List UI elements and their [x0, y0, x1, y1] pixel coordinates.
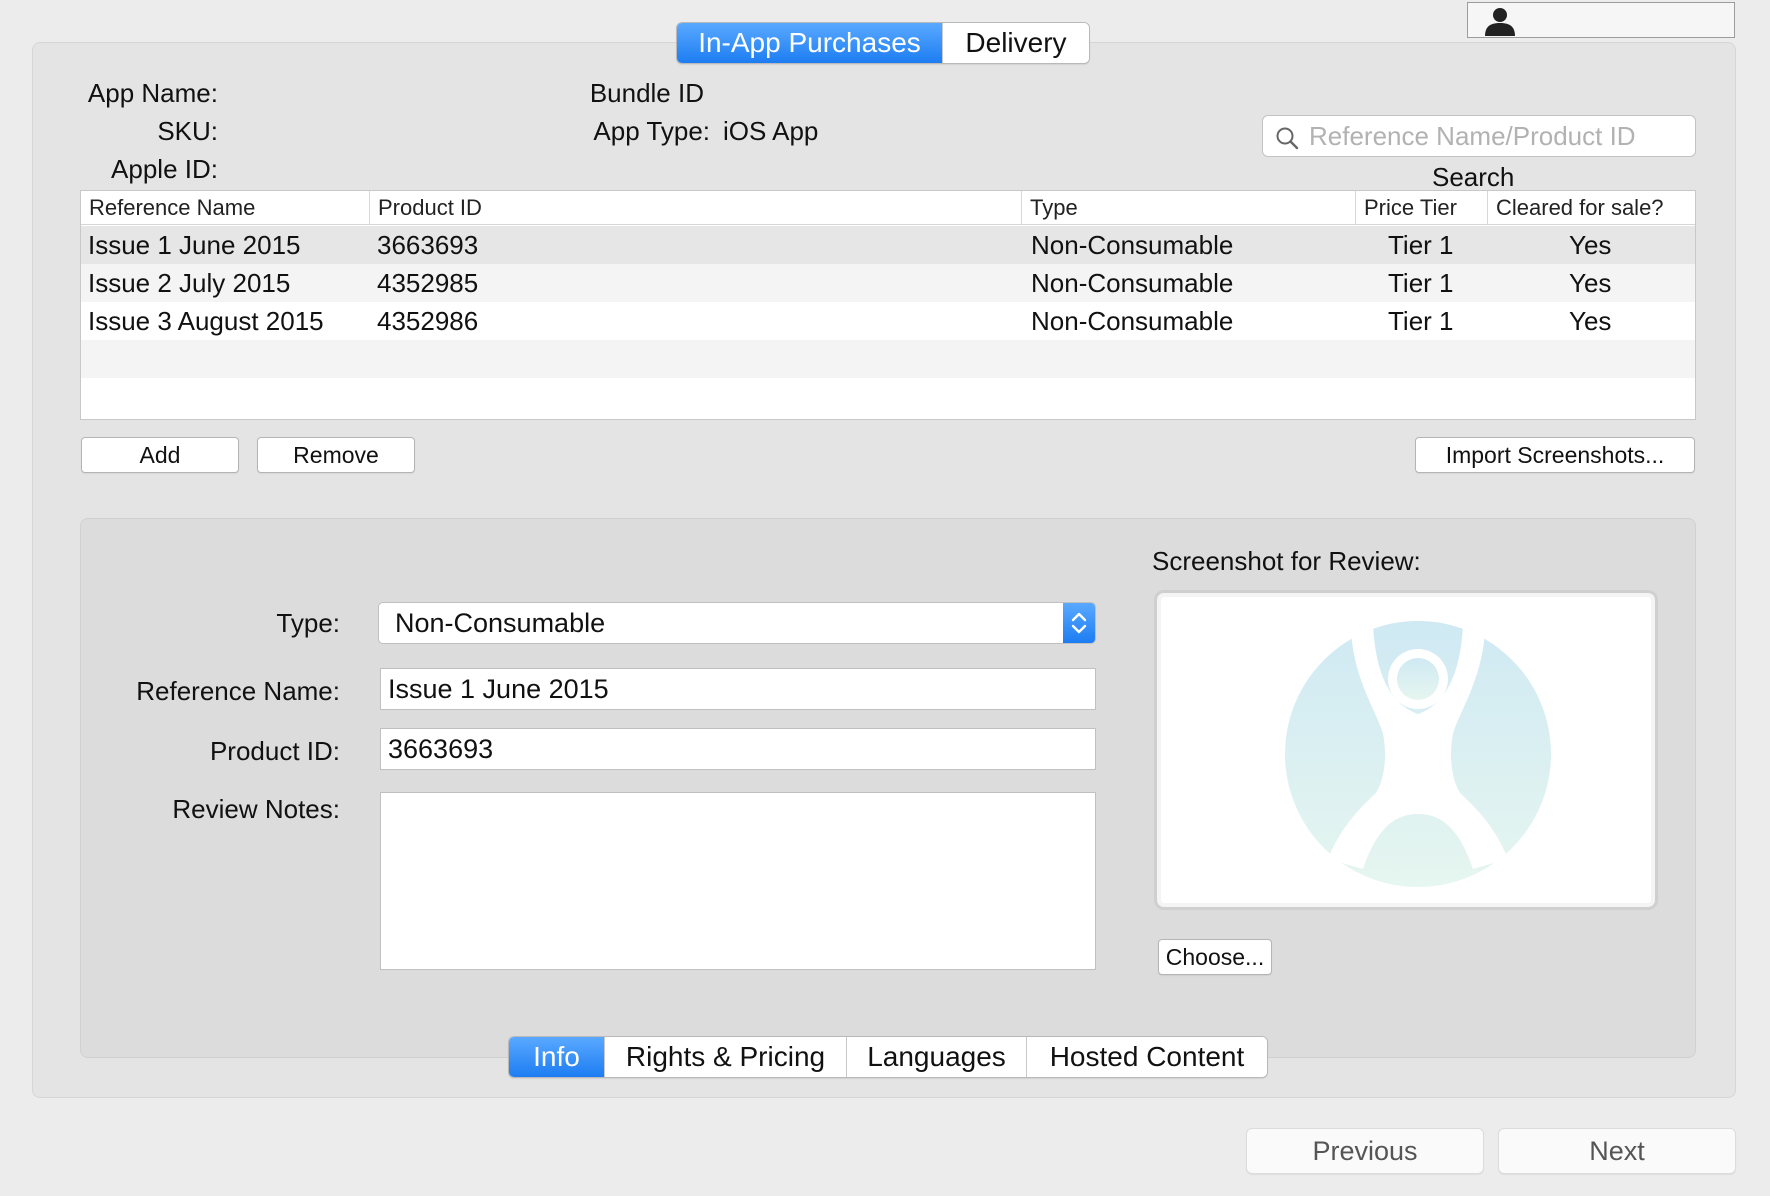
cell-cleared: Yes: [1569, 306, 1612, 336]
apple-id-label: Apple ID:: [111, 154, 218, 184]
bundle-id-label: Bundle ID: [589, 78, 704, 108]
choose-button[interactable]: Choose...: [1158, 939, 1272, 975]
cell-reference-name: Issue 2 July 2015: [88, 268, 291, 298]
reference-name-label: Reference Name:: [136, 676, 340, 706]
app-window: In-App Purchases Delivery App Name: SKU:…: [0, 0, 1770, 1196]
review-notes-label: Review Notes:: [172, 794, 340, 824]
table-row[interactable]: Issue 1 June 2015 3663693 Non-Consumable…: [81, 226, 1695, 264]
cell-cleared: Yes: [1569, 230, 1612, 260]
tab-delivery[interactable]: Delivery: [943, 23, 1089, 63]
up-down-chevron-icon: [1063, 603, 1095, 643]
screenshot-label: Screenshot for Review:: [1152, 546, 1421, 576]
type-label: Type:: [276, 608, 340, 638]
cell-price-tier: Tier 1: [1388, 306, 1454, 336]
tab-info[interactable]: Info: [509, 1037, 605, 1077]
table-row[interactable]: Issue 3 August 2015 4352986 Non-Consumab…: [81, 302, 1695, 340]
cell-price-tier: Tier 1: [1388, 230, 1454, 260]
cell-product-id: 4352985: [377, 268, 479, 298]
column-header-price-tier[interactable]: Price Tier: [1355, 191, 1487, 225]
type-select[interactable]: Non-Consumable: [378, 602, 1096, 644]
column-header-type[interactable]: Type: [1021, 191, 1355, 225]
cell-cleared: Yes: [1569, 268, 1612, 298]
sku-label: SKU:: [157, 116, 218, 146]
next-button[interactable]: Next: [1498, 1128, 1736, 1174]
bottom-tab-bar: Info Rights & Pricing Languages Hosted C…: [508, 1036, 1268, 1078]
app-type-label: App Type:: [593, 116, 710, 146]
tab-hosted-content[interactable]: Hosted Content: [1027, 1037, 1267, 1077]
table-header: Reference Name Product ID Type Price Tie…: [81, 191, 1695, 225]
remove-button[interactable]: Remove: [257, 437, 415, 473]
person-silhouette-icon: [1485, 8, 1515, 36]
search-field[interactable]: [1262, 115, 1696, 157]
tab-languages[interactable]: Languages: [847, 1037, 1027, 1077]
reference-name-field[interactable]: Issue 1 June 2015: [380, 668, 1096, 710]
column-header-product-id[interactable]: Product ID: [369, 191, 1021, 225]
screenshot-drop-area[interactable]: [1154, 590, 1658, 910]
import-screenshots-button[interactable]: Import Screenshots...: [1415, 437, 1695, 473]
cell-type: Non-Consumable: [1031, 268, 1234, 298]
tab-rights-pricing[interactable]: Rights & Pricing: [605, 1037, 847, 1077]
type-select-value: Non-Consumable: [395, 608, 606, 638]
account-box[interactable]: [1467, 2, 1735, 38]
top-tab-bar: In-App Purchases Delivery: [676, 22, 1090, 64]
cell-product-id: 3663693: [377, 230, 479, 260]
cell-type: Non-Consumable: [1031, 230, 1234, 260]
magnifier-icon: [1276, 127, 1299, 150]
add-button[interactable]: Add: [81, 437, 239, 473]
search-label: Search: [1432, 162, 1515, 192]
figure-in-circle-icon: [1285, 621, 1551, 887]
app-type-value: iOS App: [723, 116, 819, 146]
table-row-empty: [81, 340, 1695, 378]
review-notes-textarea[interactable]: [380, 792, 1096, 970]
cell-price-tier: Tier 1: [1388, 268, 1454, 298]
table-row[interactable]: Issue 2 July 2015 4352985 Non-Consumable…: [81, 264, 1695, 302]
tab-in-app-purchases[interactable]: In-App Purchases: [677, 23, 943, 63]
cell-product-id: 4352986: [377, 306, 479, 336]
search-input[interactable]: [1309, 120, 1689, 152]
in-app-purchases-table: Reference Name Product ID Type Price Tie…: [80, 190, 1696, 420]
previous-button[interactable]: Previous: [1246, 1128, 1484, 1174]
cell-reference-name: Issue 3 August 2015: [88, 306, 324, 336]
product-id-label: Product ID:: [209, 736, 340, 766]
column-header-reference-name[interactable]: Reference Name: [81, 191, 369, 225]
cell-type: Non-Consumable: [1031, 306, 1234, 336]
column-header-cleared[interactable]: Cleared for sale?: [1487, 191, 1697, 225]
app-name-label: App Name:: [87, 78, 218, 108]
product-id-field[interactable]: 3663693: [380, 728, 1096, 770]
table-row-empty: [81, 378, 1695, 416]
cell-reference-name: Issue 1 June 2015: [88, 230, 301, 260]
